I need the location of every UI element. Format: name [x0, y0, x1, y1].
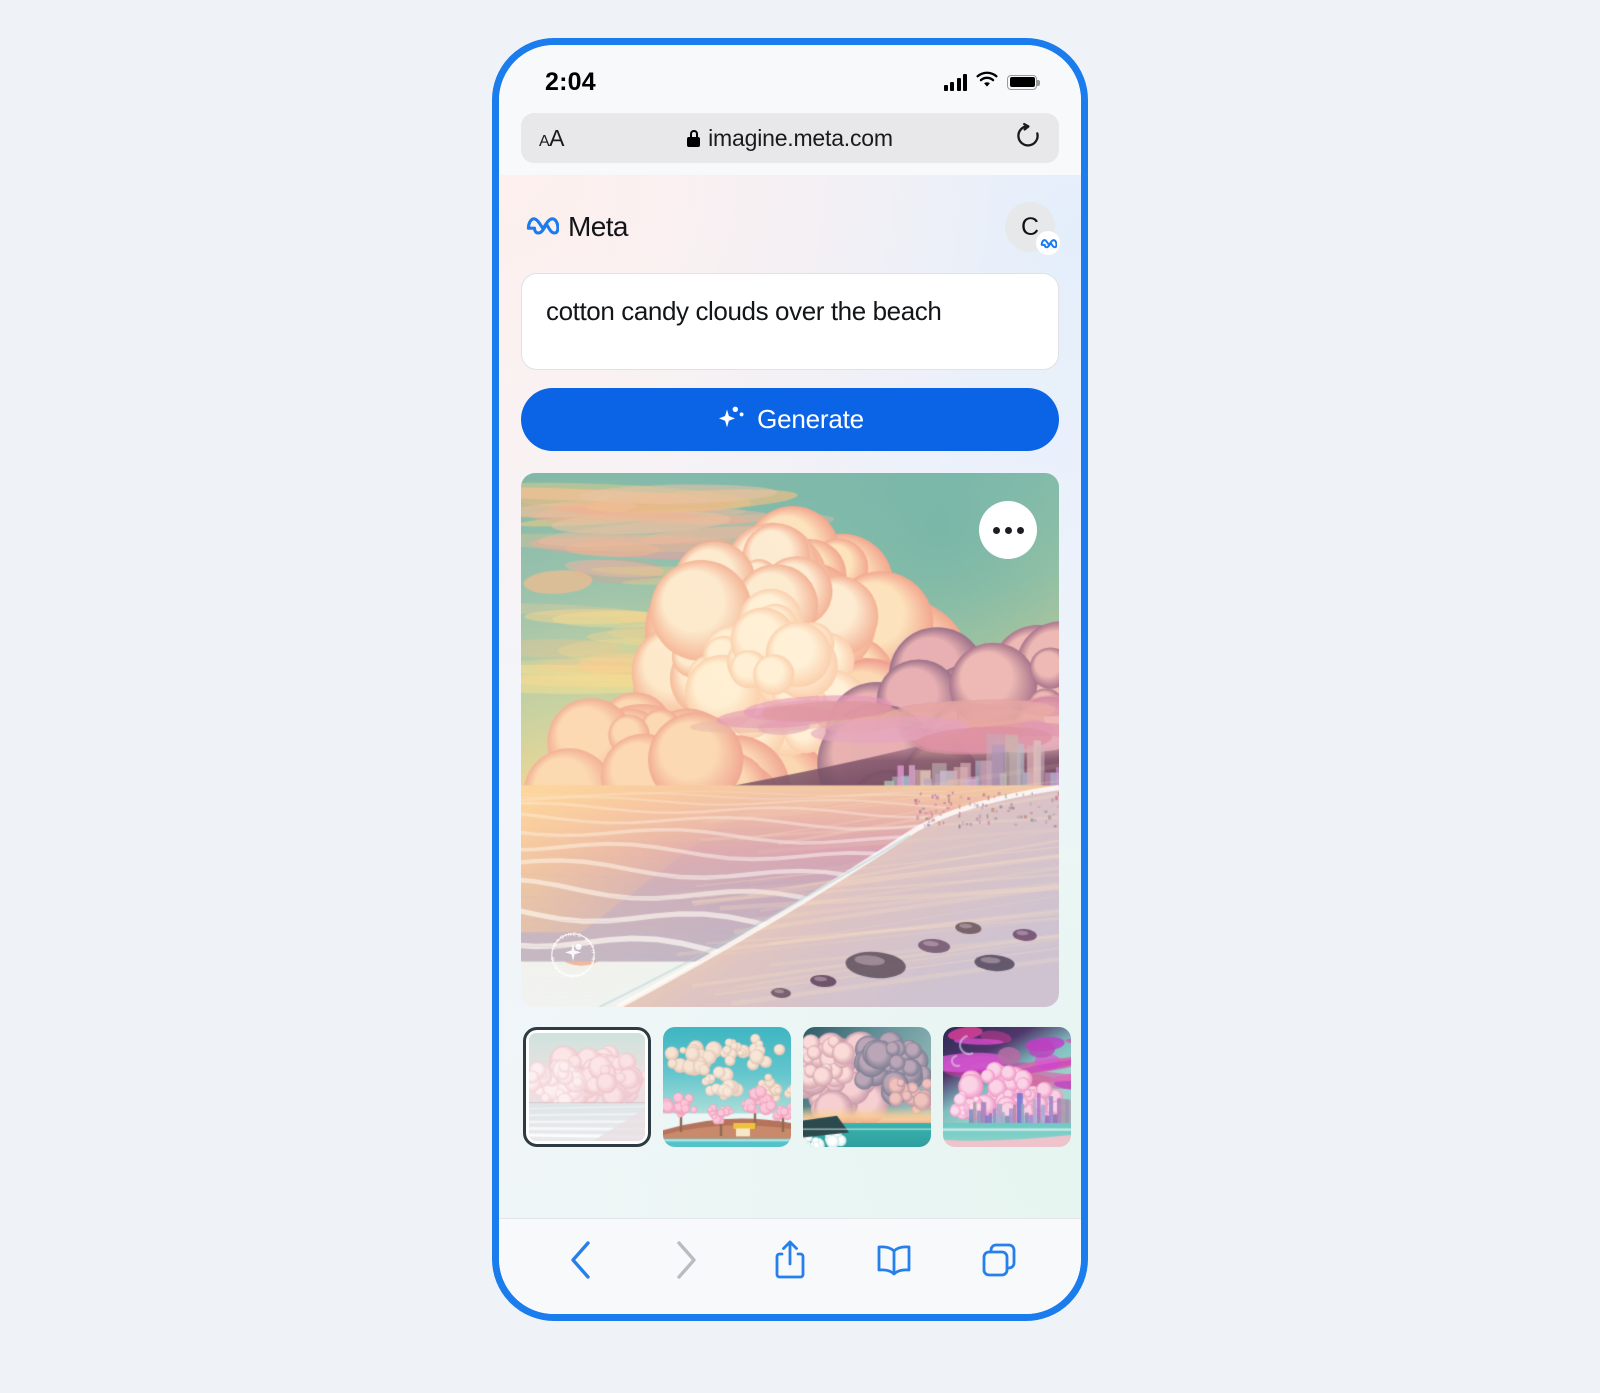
thumbnail-strip	[521, 1023, 1071, 1147]
brand-name: Meta	[568, 211, 628, 242]
hero-image-canvas	[521, 473, 1059, 1007]
app-content: Meta C cotton candy clouds over the beac…	[499, 175, 1081, 1218]
ai-watermark-icon: IMAGINED WITH AI · IMAGINED WITH AI ·	[545, 925, 599, 981]
more-options-icon[interactable]	[979, 501, 1037, 559]
thumbnail-canvas	[529, 1033, 645, 1141]
bookmarks-button[interactable]	[864, 1230, 924, 1290]
prompt-input-value: cotton candy clouds over the beach	[546, 296, 942, 326]
lock-icon	[687, 129, 701, 147]
status-bar-icons	[943, 71, 1040, 93]
meta-infinity-badge-icon	[1036, 231, 1060, 255]
generate-button-label: Generate	[757, 404, 864, 434]
reload-icon[interactable]	[1015, 122, 1041, 155]
thumbnail-canvas	[663, 1027, 791, 1147]
url-bar[interactable]: AA imagine.meta.com	[521, 113, 1059, 163]
share-button[interactable]	[760, 1230, 820, 1290]
wifi-icon	[976, 71, 998, 93]
text-size-button[interactable]: AA	[539, 124, 565, 151]
status-bar: 2:04	[499, 45, 1081, 113]
phone-frame: 2:04 AA imagine.meta.com Meta C cotton c…	[492, 38, 1088, 1321]
meta-infinity-logo-icon	[525, 213, 560, 241]
app-header: Meta C	[521, 199, 1060, 255]
url-text: imagine.meta.com	[708, 124, 893, 151]
brand: Meta	[525, 211, 628, 243]
back-button[interactable]	[551, 1230, 611, 1290]
thumbnail-canvas	[943, 1027, 1071, 1147]
browser-toolbar	[499, 1218, 1081, 1314]
avatar[interactable]: C	[1005, 202, 1060, 255]
tabs-button[interactable]	[969, 1230, 1029, 1290]
forward-button[interactable]	[656, 1230, 716, 1290]
phone-screen: 2:04 AA imagine.meta.com Meta C cotton c…	[499, 45, 1081, 1314]
text-size-small-a: A	[539, 132, 550, 150]
prompt-input[interactable]: cotton candy clouds over the beach	[521, 273, 1059, 370]
battery-full-icon	[1007, 74, 1040, 90]
thumbnail-0[interactable]	[523, 1027, 651, 1147]
hero-image[interactable]: IMAGINED WITH AI · IMAGINED WITH AI ·	[521, 473, 1059, 1007]
cellular-bars-icon	[943, 73, 967, 91]
url-bar-container: AA imagine.meta.com	[499, 113, 1081, 175]
sparkle-icon	[716, 403, 744, 436]
thumbnail-canvas	[803, 1027, 931, 1147]
thumbnail-1[interactable]	[663, 1027, 791, 1147]
url-display: imagine.meta.com	[521, 125, 1059, 152]
thumbnail-3[interactable]	[943, 1027, 1071, 1147]
generate-button[interactable]: Generate	[521, 388, 1059, 451]
status-bar-time: 2:04	[545, 67, 596, 96]
text-size-large-a: A	[549, 124, 565, 151]
thumbnail-2[interactable]	[803, 1027, 931, 1147]
